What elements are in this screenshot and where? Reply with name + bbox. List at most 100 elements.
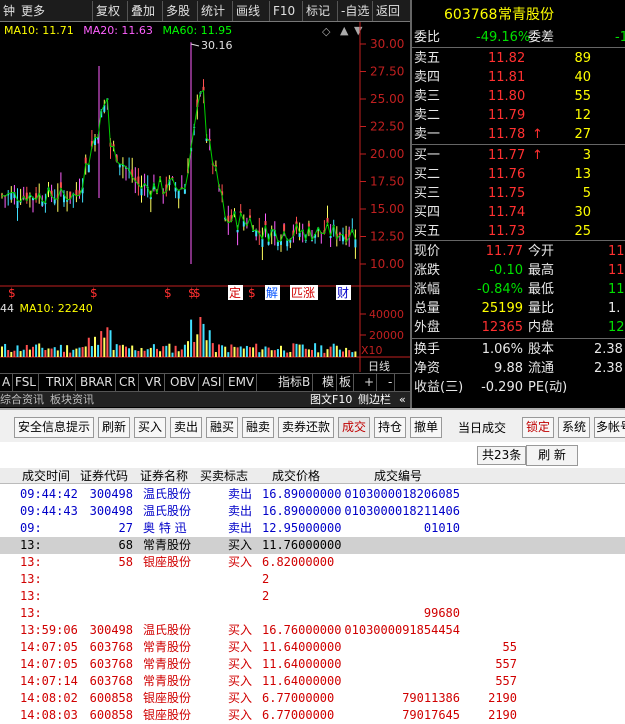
positions-button[interactable]: 持仓 — [374, 417, 406, 438]
more-button[interactable]: 更多 — [18, 1, 48, 21]
indicator-tab[interactable]: TRIX — [44, 374, 77, 391]
indicator-tab[interactable]: BRAR — [78, 374, 116, 391]
draw-line-button[interactable]: 画线 — [232, 1, 263, 21]
col-time[interactable]: 成交时间 — [22, 468, 70, 484]
table-row[interactable]: 13: 68 常青股份 买入 11.76000000 — [0, 537, 625, 554]
cancel-order-button[interactable]: 撤单 — [410, 417, 442, 438]
ask-row[interactable]: 卖一 11.78 ↑ 27 — [412, 125, 625, 144]
restore-rights-button[interactable]: 复权 — [92, 1, 123, 21]
table-row[interactable]: 09:44:43 300498 温氏股份 卖出 16.89000000 0103… — [0, 503, 625, 520]
overlay-button[interactable]: 叠加 — [127, 1, 158, 21]
volume-bar — [59, 344, 62, 357]
table-row[interactable]: 13: 2 — [0, 588, 625, 605]
candle-body — [276, 241, 279, 246]
lock-button[interactable]: 锁定 — [522, 417, 554, 438]
indicator-tab[interactable]: EMV — [226, 374, 258, 391]
tab-sidebar[interactable]: 侧边栏 — [358, 392, 391, 407]
table-row[interactable]: 14:07:14 603768 常青股份 买入 11.64000000 557 — [0, 673, 625, 690]
volume-chart[interactable]: 40000 20000 X10 日线 — [0, 302, 410, 372]
tab-filled[interactable]: 成交 — [338, 417, 370, 438]
table-row[interactable]: 13: 99680 — [0, 605, 625, 622]
add-indicator-button[interactable]: + — [362, 374, 378, 391]
event-marker[interactable]: 匹涨 — [291, 285, 315, 300]
table-row[interactable]: 14:07:05 603768 常青股份 买入 11.64000000 557 — [0, 656, 625, 673]
sell-button[interactable]: 卖出 — [170, 417, 202, 438]
col-trade-no[interactable]: 成交编号 — [374, 468, 422, 484]
col-code[interactable]: 证券代码 — [80, 468, 128, 484]
volume-bar — [208, 330, 211, 357]
event-marker[interactable]: $ — [164, 286, 172, 300]
event-marker[interactable]: $ — [193, 286, 201, 300]
cell-price: 11.64000000 — [262, 640, 342, 654]
table-row[interactable]: 09: 27 奥 特 迅 卖出 12.95000000 01010 — [0, 520, 625, 537]
table-row[interactable]: 09:44:42 300498 温氏股份 卖出 16.89000000 0103… — [0, 486, 625, 503]
tab-news[interactable]: 综合资讯 — [0, 392, 44, 407]
table-row[interactable]: 14:08:03 600858 银座股份 买入 6.77000000 79017… — [0, 707, 625, 724]
ask-row[interactable]: 卖五 11.82 89 — [412, 49, 625, 68]
col-name[interactable]: 证券名称 — [140, 468, 188, 484]
indicator-tab[interactable]: A — [0, 374, 14, 391]
template-button-2[interactable]: 板 — [337, 374, 355, 391]
collapse-icon[interactable]: « — [399, 392, 406, 407]
indicator-tab[interactable]: VR — [143, 374, 165, 391]
margin-buy-button[interactable]: 融买 — [206, 417, 238, 438]
bottom-tabs: 综合资讯 板块资讯 图文F10 侧边栏 « — [0, 391, 410, 407]
tab-f10[interactable]: 图文F10 — [310, 392, 352, 407]
cell-price: 16.89000000 — [262, 504, 342, 518]
bid-row[interactable]: 买四 11.74 30 — [412, 203, 625, 222]
tab-sector-news[interactable]: 板块资讯 — [50, 392, 94, 407]
period-button[interactable]: 钟 — [0, 1, 18, 21]
cell-price: 12.95000000 — [262, 521, 342, 535]
multi-account-button[interactable]: 多帐号 — [594, 417, 625, 438]
table-row[interactable]: 13: 2 — [0, 571, 625, 588]
security-info-button[interactable]: 安全信息提示 — [14, 417, 94, 438]
indicator-tab[interactable]: OBV — [168, 374, 199, 391]
bid-row[interactable]: 买一 11.77 ↑ 3 — [412, 146, 625, 165]
system-button[interactable]: 系统 — [558, 417, 590, 438]
refresh-button[interactable]: 刷新 — [98, 417, 130, 438]
table-row[interactable]: 13:59:06 300498 温氏股份 买入 16.76000000 0103… — [0, 622, 625, 639]
buy-button[interactable]: 买入 — [134, 417, 166, 438]
col-price[interactable]: 成交价格 — [272, 468, 320, 484]
bid-row[interactable]: 买三 11.75 5 — [412, 184, 625, 203]
statistics-button[interactable]: 统计 — [197, 1, 228, 21]
bid-row[interactable]: 买二 11.76 13 — [412, 165, 625, 184]
candle-body — [264, 221, 267, 226]
mark-button[interactable]: 标记 — [302, 1, 333, 21]
cell-side: 买入 — [228, 708, 253, 722]
kline-chart[interactable]: 30.00 27.50 25.00 22.50 20.00 17.50 15.00 12.50… — [0, 22, 410, 302]
f10-button[interactable]: F10 — [269, 1, 298, 21]
volume-bar — [314, 343, 317, 357]
event-marker[interactable]: 财 — [337, 286, 349, 300]
event-marker[interactable]: $ — [8, 286, 16, 300]
cell-time: 14:08:03 — [20, 708, 78, 722]
multi-stock-button[interactable]: 多股 — [162, 1, 193, 21]
back-button[interactable]: 返回 — [372, 1, 403, 21]
bid-row[interactable]: 买五 11.73 25 — [412, 222, 625, 241]
event-marker[interactable]: 定 — [229, 285, 241, 300]
event-marker[interactable]: $ — [90, 286, 98, 300]
col-side[interactable]: 买卖标志 — [200, 468, 248, 484]
event-marker[interactable]: 解 — [266, 286, 278, 300]
indicator-tab[interactable]: FSL — [13, 374, 39, 391]
volume-bar — [193, 341, 196, 357]
ask-row[interactable]: 卖三 11.80 55 — [412, 87, 625, 106]
table-row[interactable]: 13: 58 银座股份 买入 6.82000000 — [0, 554, 625, 571]
volume-bar — [41, 347, 44, 357]
margin-sell-button[interactable]: 融卖 — [242, 417, 274, 438]
grid-refresh-button[interactable]: 刷 新 — [526, 445, 578, 466]
indicator-b-button[interactable]: 指标B — [276, 374, 314, 391]
indicator-tab[interactable]: ASI — [200, 374, 225, 391]
watchlist-button[interactable]: -自选 — [337, 1, 372, 21]
table-row[interactable]: 14:08:02 600858 银座股份 买入 6.77000000 79011… — [0, 690, 625, 707]
ask-row[interactable]: 卖四 11.81 40 — [412, 68, 625, 87]
ask-volume: 89 — [574, 51, 591, 66]
ask-row[interactable]: 卖二 11.79 12 — [412, 106, 625, 125]
vol-tick: X10 — [361, 344, 383, 357]
template-button[interactable]: 模 — [320, 374, 338, 391]
table-row[interactable]: 14:07:05 603768 常青股份 买入 11.64000000 55 — [0, 639, 625, 656]
indicator-tab[interactable]: CR — [117, 374, 139, 391]
event-marker[interactable]: $ — [248, 286, 256, 300]
remove-indicator-button[interactable]: - — [386, 374, 396, 391]
repay-button[interactable]: 卖券还款 — [278, 417, 334, 438]
